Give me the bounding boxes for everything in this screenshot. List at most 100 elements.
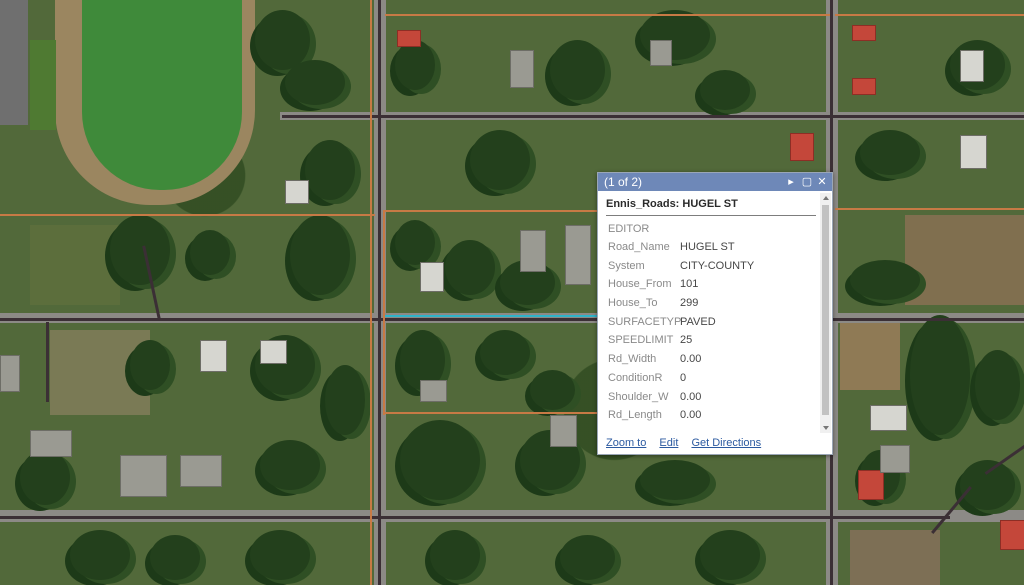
lot [850, 530, 940, 585]
tree [530, 370, 575, 410]
tree [975, 350, 1020, 420]
attribute-row: House_From 101 [606, 275, 816, 294]
house [397, 30, 421, 47]
parcel-line [383, 210, 385, 415]
attribute-value: 299 [680, 297, 699, 310]
attribute-value: 0.00 [680, 409, 702, 422]
house [790, 133, 814, 161]
road-line [46, 322, 49, 402]
zoom-to-link[interactable]: Zoom to [606, 437, 646, 449]
house [550, 415, 577, 447]
road-line [282, 115, 1024, 118]
house [285, 180, 309, 204]
attribute-value: HUGEL ST [680, 241, 735, 253]
tree [395, 220, 435, 265]
attribute-key: Rd_Length [608, 409, 662, 422]
tree [150, 535, 200, 580]
attribute-value: 101 [680, 278, 699, 291]
house [870, 405, 907, 431]
house [1000, 520, 1024, 550]
scroll-up-icon[interactable] [823, 196, 829, 200]
house [120, 455, 167, 497]
parcel-line [385, 412, 600, 414]
get-directions-link[interactable]: Get Directions [691, 437, 761, 449]
tree [445, 240, 495, 295]
house [260, 340, 287, 364]
lot [905, 215, 1024, 305]
lot [30, 225, 120, 305]
parcel-line [385, 210, 600, 212]
attribute-key: Road_Name [608, 241, 670, 253]
attribute-row: SPEEDLIMIT 25 [606, 331, 816, 350]
attribute-row: House_To 299 [606, 294, 816, 313]
attribute-row: SURFACETYP PAVED [606, 313, 816, 332]
house [180, 455, 222, 487]
parcel-line [385, 14, 830, 16]
attribute-row: System CITY-COUNTY [606, 257, 816, 276]
aerial-map[interactable] [0, 0, 1024, 585]
tree [860, 130, 920, 175]
tree [290, 215, 350, 295]
scrollbar-thumb[interactable] [822, 205, 829, 415]
house [520, 230, 546, 272]
lot [30, 40, 56, 130]
attribute-key: House_From [608, 278, 672, 291]
house [420, 262, 444, 292]
edit-link[interactable]: Edit [659, 437, 678, 449]
parcel-line [835, 14, 1024, 16]
popup-scrollbar[interactable] [820, 193, 831, 433]
house [0, 355, 20, 392]
tree [130, 340, 170, 390]
attribute-value: 0.00 [680, 390, 702, 403]
selected-road-hugel-st[interactable] [385, 315, 600, 317]
close-icon[interactable]: ✕ [815, 173, 829, 191]
attribute-key: Shoulder_W [608, 390, 669, 403]
attribute-key: SPEEDLIMIT [608, 334, 674, 347]
tree [250, 530, 310, 580]
attribute-row: ConditionR 0 [606, 369, 816, 388]
house [880, 445, 910, 473]
house [200, 340, 227, 372]
attribute-key: SURFACETYP [608, 315, 682, 328]
parcel-line [370, 0, 372, 585]
house [960, 50, 984, 82]
attribute-value: 0 [680, 371, 687, 384]
tree [430, 530, 480, 580]
popup-actions: Zoom to Edit Get Directions [606, 437, 771, 449]
attribute-key: System [608, 259, 645, 272]
tree [400, 420, 480, 500]
bleachers [0, 0, 28, 125]
road-line [378, 0, 381, 585]
parcel-line [0, 214, 375, 216]
house [420, 380, 447, 402]
tree [395, 40, 435, 90]
tree [850, 260, 920, 300]
next-feature-icon[interactable]: ▸ [784, 173, 798, 191]
attribute-row: Rd_Length 0.00 [606, 406, 816, 425]
sports-field [82, 0, 242, 190]
popup-content[interactable]: Ennis_Roads: HUGEL ST EDITOR Road_Name H… [606, 197, 816, 433]
scroll-down-icon[interactable] [823, 426, 829, 430]
tree [20, 450, 70, 505]
tree [190, 230, 230, 275]
house [852, 25, 876, 41]
feature-popup: (1 of 2) ▸ ▢ ✕ Ennis_Roads: HUGEL ST EDI… [597, 172, 833, 455]
attribute-value: 0.00 [680, 353, 702, 366]
tree [640, 460, 710, 500]
parcel-line [835, 208, 1024, 210]
attribute-value: CITY-COUNTY [680, 259, 755, 272]
house [858, 470, 884, 500]
house [852, 78, 876, 95]
house [960, 135, 987, 169]
road-line [0, 516, 950, 519]
tree [470, 130, 530, 190]
attribute-row: Rd_Width 0.00 [606, 350, 816, 369]
popup-titlebar: (1 of 2) ▸ ▢ ✕ [598, 173, 832, 191]
road-line [0, 318, 1024, 321]
maximize-icon[interactable]: ▢ [800, 173, 814, 191]
tree [260, 440, 320, 490]
house [30, 430, 72, 457]
house [510, 50, 534, 88]
house [565, 225, 591, 285]
tree [480, 330, 530, 375]
